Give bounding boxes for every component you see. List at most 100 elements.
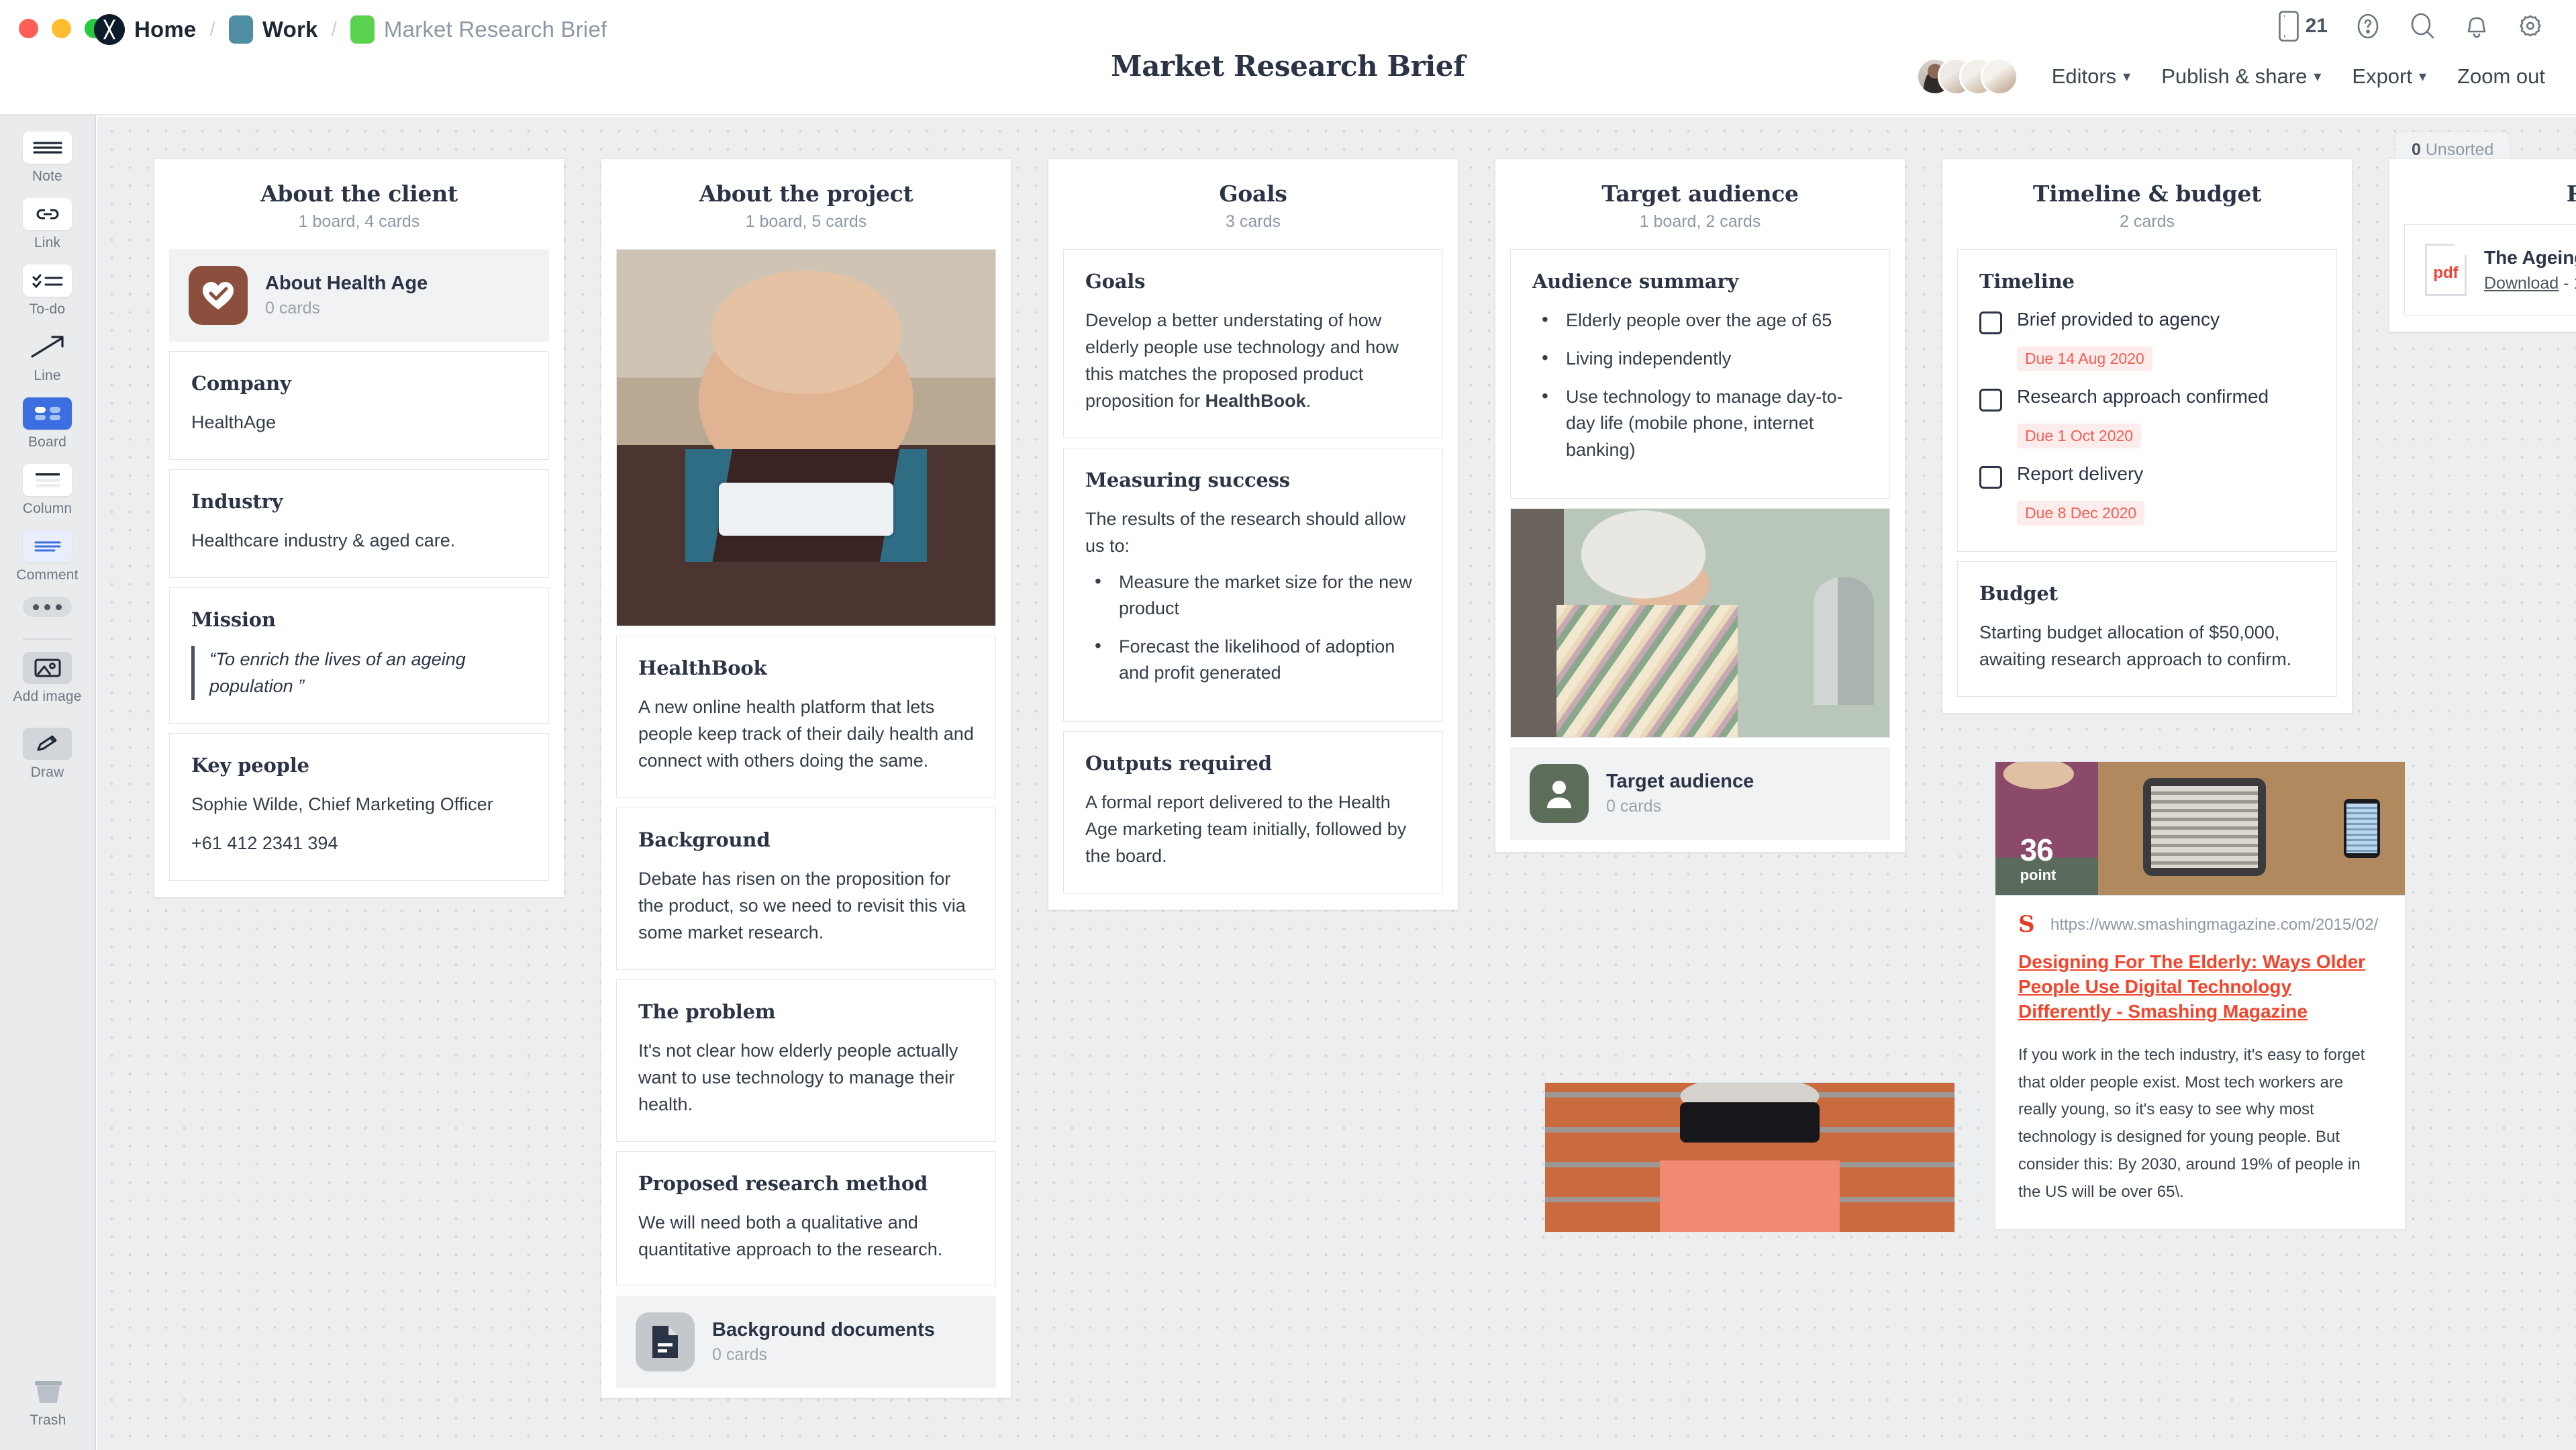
document-color-chip [350,15,375,44]
column-references[interactable]: Refe pdf The Ageing Download - 1 [2389,158,2576,332]
header-icon-group: 21 [2278,11,2545,42]
card-the-problem[interactable]: The problem It's not clear how elderly p… [616,979,996,1142]
card-proposed-research-method[interactable]: Proposed research method We will need bo… [616,1151,996,1287]
board-tile-background-documents[interactable]: Background documents 0 cards [616,1296,996,1389]
card-timeline[interactable]: Timeline Brief provided to agency Due 14… [1957,249,2337,552]
chevron-down-icon: ▾ [2123,68,2131,85]
list-item: Living independently [1532,344,1868,372]
column-goals[interactable]: Goals 3 cards Goals Develop a better und… [1048,158,1458,911]
help-icon[interactable] [2353,11,2383,41]
board-canvas[interactable]: 0 Unsorted About the client 1 board, 4 c… [97,117,2576,1450]
image-icon [23,652,72,684]
card-outputs-required[interactable]: Outputs required A formal report deliver… [1063,731,1443,894]
card-audience-summary[interactable]: Audience summary Elderly people over the… [1510,249,1890,499]
due-badge: Due 14 Aug 2020 [2017,346,2152,371]
publish-share-menu[interactable]: Publish & share ▾ [2161,64,2321,89]
column-header: Refe [2566,181,2576,207]
card-heading: Measuring success [1085,468,1290,491]
card-measuring-success[interactable]: Measuring success The results of the res… [1063,447,1443,722]
export-menu[interactable]: Export ▾ [2352,64,2426,89]
card-body: We will need both a qualitative and quan… [638,1212,943,1259]
todo-checkbox[interactable] [1979,389,2002,412]
card-body: Starting budget allocation of $50,000, a… [1979,622,2292,669]
card-heading: Company [191,372,291,395]
column-target-audience[interactable]: Target audience 1 board, 2 cards Audienc… [1495,158,1905,853]
pdf-attachment-card[interactable]: pdf The Ageing Download - 1 [2404,224,2576,316]
column-header: About the client 1 board, 4 cards [260,181,458,231]
todo-item[interactable]: Report delivery [1979,462,2315,489]
card-body: Debate has risen on the proposition for … [638,868,966,942]
card-body: It's not clear how elderly people actual… [638,1040,958,1114]
settings-icon[interactable] [2516,11,2545,41]
editors-menu[interactable]: Editors ▾ [2052,64,2131,89]
close-window-button[interactable] [19,19,38,38]
toolbar-item-todo[interactable]: To-do [0,264,95,318]
card-mission[interactable]: Mission “To enrich the lives of an agein… [169,587,549,724]
app-logo-icon[interactable]: ╳ [94,14,125,45]
card-budget[interactable]: Budget Starting budget allocation of $50… [1957,561,2337,697]
loose-image-elderly-woman-camera[interactable] [1544,1082,1955,1232]
card-industry[interactable]: Industry Healthcare industry & aged care… [169,469,549,578]
card-heading: Proposed research method [638,1171,928,1195]
link-title[interactable]: Designing For The Elderly: Ways Older Pe… [2018,950,2382,1024]
card-body: A formal report delivered to the Health … [1085,792,1407,867]
header-actions: Editors ▾ Publish & share ▾ Export ▾ Zoo… [1916,58,2545,95]
window-traffic-lights[interactable] [19,19,104,38]
image-card-elderly-woman-sink[interactable] [1510,508,1890,738]
card-body: A new online health platform that lets p… [638,697,974,771]
card-heading: Key people [191,753,309,777]
card-background[interactable]: Background Debate has risen on the propo… [616,807,996,970]
zoom-out-button[interactable]: Zoom out [2457,64,2545,89]
column-about-the-client[interactable]: About the client 1 board, 4 cards About … [154,158,564,898]
card-heading: Audience summary [1532,270,1739,293]
todo-item[interactable]: Brief provided to agency [1979,307,2315,334]
card-heading: HealthBook [638,657,767,679]
card-goals[interactable]: Goals Develop a better understating of h… [1063,249,1443,438]
toolbar-item-trash[interactable]: Trash [0,1375,96,1429]
breadcrumb-separator: / [331,18,337,40]
toolbar-item-link[interactable]: Link [0,198,95,251]
toolbar-item-board[interactable]: Board [0,397,95,450]
todo-item[interactable]: Research approach confirmed [1979,385,2315,412]
chevron-down-icon: ▾ [2314,68,2322,85]
mobile-preview-icon[interactable] [2278,11,2299,42]
column-timeline-and-budget[interactable]: Timeline & budget 2 cards Timeline Brief… [1942,158,2352,714]
loose-image-ereader-36-point[interactable]: 36 point [1995,761,2406,896]
column-about-the-project[interactable]: About the project 1 board, 5 cards Healt… [601,158,1011,1399]
link-preview-card[interactable]: S https://www.smashingmagazine.com/2015/… [1995,896,2406,1230]
pdf-download-link[interactable]: Download [2484,274,2559,293]
key-person-name: Sophie Wilde, Chief Marketing Officer [191,793,493,814]
toolbar-item-draw[interactable]: Draw [0,728,95,781]
column-header: Goals 3 cards [1219,181,1287,231]
breadcrumb-document[interactable]: Market Research Brief [384,17,607,42]
comment-icon [23,530,72,563]
todo-checkbox[interactable] [1979,311,2002,334]
list-item: Elderly people over the age of 65 [1532,306,1868,334]
card-body: HealthAge [191,412,277,432]
breadcrumb: ╳ Home / Work / Market Research Brief [94,12,607,47]
card-company[interactable]: Company HealthAge [169,351,549,460]
toolbar-item-note[interactable]: Note [0,132,95,185]
avatar[interactable] [1980,58,2018,95]
toolbar-more-button[interactable] [0,597,95,617]
editor-avatars[interactable] [1916,58,2018,95]
board-tile-target-audience[interactable]: Target audience 0 cards [1510,746,1890,840]
card-heading: Budget [1979,582,2058,605]
search-icon[interactable] [2408,11,2438,41]
toolbar-item-comment[interactable]: Comment [0,530,95,583]
card-healthbook[interactable]: HealthBook A new online health platform … [616,636,996,798]
smashing-magazine-icon: S [2018,911,2035,938]
toolbar-item-add-image[interactable]: Add image [0,652,95,705]
notifications-icon[interactable] [2463,11,2490,41]
toolbar-item-line[interactable]: Line [0,331,95,384]
minimize-window-button[interactable] [52,19,71,38]
image-card-elderly-man[interactable] [616,249,996,626]
breadcrumb-separator: / [209,18,215,40]
breadcrumb-workspace[interactable]: Work [262,17,318,42]
todo-checkbox[interactable] [1979,466,2002,489]
card-key-people[interactable]: Key people Sophie Wilde, Chief Marketing… [169,732,549,881]
toolbar-item-column[interactable]: Column [0,464,95,517]
unsorted-label: Unsorted [2425,140,2494,159]
breadcrumb-home[interactable]: Home [134,17,197,42]
board-tile-about-health-age[interactable]: About Health Age 0 cards [169,249,549,342]
